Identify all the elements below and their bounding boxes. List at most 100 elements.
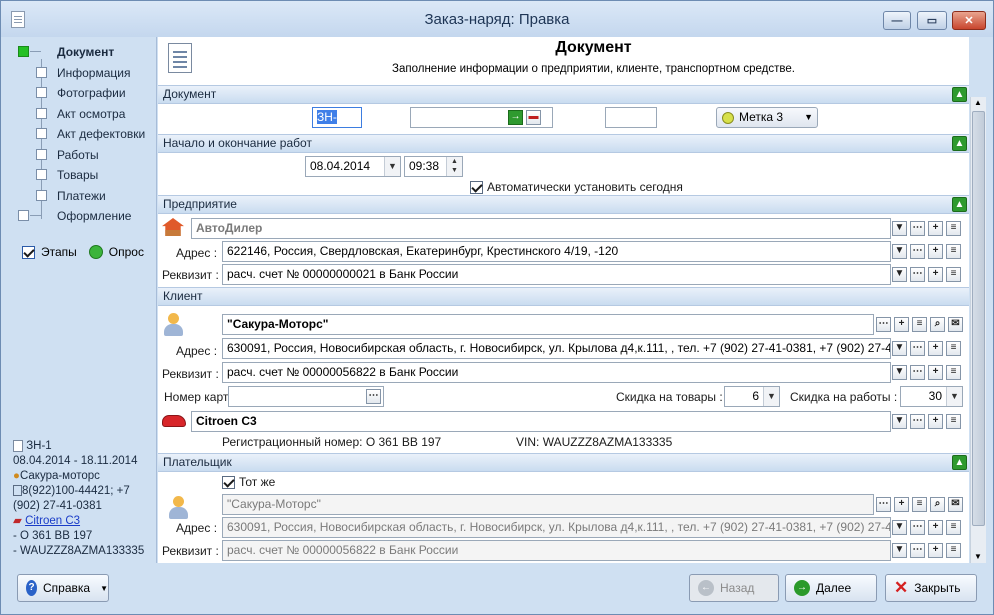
back-button[interactable]: ← Назад bbox=[689, 574, 779, 602]
edit-icon[interactable]: ≡ bbox=[946, 244, 961, 259]
scroll-up-icon[interactable]: ▲ bbox=[974, 98, 982, 107]
work-date-input[interactable]: 08.04.2014 ▼ bbox=[305, 156, 401, 177]
edit-icon[interactable]: ≡ bbox=[912, 317, 927, 332]
summary-plate: - О 361 ВВ 197 bbox=[13, 530, 93, 542]
next-button[interactable]: → Далее bbox=[785, 574, 877, 602]
doc-prefix-input[interactable]: ЗН- bbox=[312, 107, 362, 128]
more-icon[interactable]: ⋯ bbox=[876, 497, 891, 512]
payer-same-option[interactable]: Тот же bbox=[222, 475, 275, 489]
edit-icon[interactable]: ≡ bbox=[946, 543, 961, 558]
add-icon[interactable]: + bbox=[928, 341, 943, 356]
payer-requisite-label: Реквизит : bbox=[162, 544, 219, 558]
vehicle-vin-info: VIN: WAUZZZ8AZMA133335 bbox=[516, 435, 673, 449]
work-time-input[interactable]: 09:38 ▲ ▼ bbox=[404, 156, 463, 177]
auto-today-checkbox[interactable] bbox=[470, 180, 483, 194]
stages-checkbox[interactable] bbox=[22, 245, 35, 259]
vehicle-name-input[interactable]: Citroen C3 bbox=[191, 411, 891, 432]
add-icon[interactable]: + bbox=[894, 317, 909, 332]
mark-dropdown[interactable]: Метка 3 ▼ bbox=[716, 107, 818, 128]
add-icon[interactable]: + bbox=[894, 497, 909, 512]
edit-icon[interactable]: ≡ bbox=[946, 520, 961, 535]
stages-toggle[interactable]: Этапы Опрос bbox=[22, 244, 144, 260]
more-icon[interactable]: ⋯ bbox=[876, 317, 891, 332]
doc-extra-input[interactable] bbox=[605, 107, 657, 128]
number-apply-icon[interactable]: → bbox=[508, 110, 523, 125]
form-content: Документ Заполнение информации о предпри… bbox=[158, 37, 969, 563]
collapse-arrow-icon[interactable]: ▲ bbox=[952, 455, 967, 470]
mail-icon[interactable]: ✉ bbox=[948, 317, 963, 332]
more-icon[interactable]: ⋯ bbox=[910, 520, 925, 535]
dropdown-icon[interactable]: ▼ bbox=[892, 365, 907, 380]
add-icon[interactable]: + bbox=[928, 267, 943, 282]
number-clear-icon[interactable]: ▬ bbox=[526, 110, 541, 125]
title-bar: Заказ-наряд: Правка — ▭ ✕ bbox=[1, 1, 993, 37]
phone-icon bbox=[13, 485, 22, 497]
more-icon[interactable]: ⋯ bbox=[910, 543, 925, 558]
more-icon[interactable]: ⋯ bbox=[910, 267, 925, 282]
enterprise-house-icon bbox=[162, 218, 184, 236]
add-icon[interactable]: + bbox=[928, 244, 943, 259]
search-icon[interactable]: ⌕ bbox=[930, 497, 945, 512]
close-button[interactable]: ✕ Закрыть bbox=[885, 574, 977, 602]
more-icon[interactable]: ⋯ bbox=[910, 341, 925, 356]
search-icon[interactable]: ⌕ bbox=[930, 317, 945, 332]
enterprise-name-input[interactable]: АвтоДилер bbox=[191, 218, 891, 239]
dropdown-icon[interactable]: ▼ bbox=[892, 341, 907, 356]
section-work-period: Начало и окончание работ ▲ bbox=[158, 134, 969, 153]
add-icon[interactable]: + bbox=[928, 543, 943, 558]
car-link[interactable]: Citroen C3 bbox=[25, 515, 80, 527]
client-requisite-input[interactable]: расч. счет № 00000056822 в Банк России bbox=[222, 362, 891, 383]
minimize-button[interactable]: — bbox=[883, 11, 911, 30]
auto-today-option[interactable]: Автоматически установить сегодня bbox=[470, 180, 683, 194]
doc-small-icon bbox=[13, 439, 23, 452]
payer-same-checkbox[interactable] bbox=[222, 475, 235, 489]
poll-link[interactable]: Опрос bbox=[109, 245, 144, 259]
maximize-button[interactable]: ▭ bbox=[917, 11, 947, 30]
mail-icon[interactable]: ✉ bbox=[948, 497, 963, 512]
collapse-arrow-icon[interactable]: ▲ bbox=[952, 197, 967, 212]
dropdown-icon[interactable]: ▼ bbox=[892, 221, 907, 236]
help-button[interactable]: ? Справка ▼ bbox=[17, 574, 109, 602]
poll-icon bbox=[88, 245, 103, 259]
edit-icon[interactable]: ≡ bbox=[946, 414, 961, 429]
dropdown-icon[interactable]: ▼ bbox=[892, 520, 907, 535]
add-icon[interactable]: + bbox=[928, 221, 943, 236]
scrollbar-thumb[interactable] bbox=[972, 111, 985, 526]
active-step-marker bbox=[18, 46, 29, 57]
card-number-input[interactable] bbox=[228, 386, 384, 407]
more-icon[interactable]: ⋯ bbox=[910, 221, 925, 236]
dropdown-icon[interactable]: ▼ bbox=[892, 244, 907, 259]
collapse-arrow-icon[interactable]: ▲ bbox=[952, 136, 967, 151]
edit-icon[interactable]: ≡ bbox=[946, 365, 961, 380]
close-window-button[interactable]: ✕ bbox=[952, 11, 986, 30]
vehicle-car-icon bbox=[162, 415, 186, 427]
dropdown-icon[interactable]: ▼ bbox=[892, 543, 907, 558]
vertical-scrollbar[interactable]: ▲ ▼ bbox=[970, 97, 986, 563]
dropdown-icon[interactable]: ▼ bbox=[892, 414, 907, 429]
works-discount-input[interactable]: 30 ▼ bbox=[900, 386, 963, 407]
edit-icon[interactable]: ≡ bbox=[946, 267, 961, 282]
enterprise-address-input[interactable]: 622146, Россия, Свердловская, Екатеринбу… bbox=[222, 241, 891, 262]
edit-icon[interactable]: ≡ bbox=[946, 341, 961, 356]
collapse-arrow-icon[interactable]: ▲ bbox=[952, 87, 967, 102]
add-icon[interactable]: + bbox=[928, 520, 943, 535]
summary-vin: - WAUZZZ8AZMA133335 bbox=[13, 545, 145, 557]
card-browse-icon[interactable]: ⋯ bbox=[366, 389, 381, 404]
payer-requisite-input: расч. счет № 00000056822 в Банк России bbox=[222, 540, 891, 561]
scroll-down-icon[interactable]: ▼ bbox=[974, 552, 982, 561]
client-address-input[interactable]: 630091, Россия, Новосибирская область, г… bbox=[222, 338, 891, 359]
client-name-input[interactable]: "Сакура-Моторс" bbox=[222, 314, 874, 335]
mark-color-icon bbox=[722, 112, 734, 124]
edit-icon[interactable]: ≡ bbox=[946, 221, 961, 236]
person-icon: ● bbox=[13, 470, 20, 482]
more-icon[interactable]: ⋯ bbox=[910, 365, 925, 380]
enterprise-requisite-input[interactable]: расч. счет № 00000000021 в Банк России bbox=[222, 264, 891, 285]
more-icon[interactable]: ⋯ bbox=[910, 244, 925, 259]
goods-discount-input[interactable]: 6 ▼ bbox=[724, 386, 780, 407]
more-icon[interactable]: ⋯ bbox=[910, 414, 925, 429]
add-icon[interactable]: + bbox=[928, 414, 943, 429]
add-icon[interactable]: + bbox=[928, 365, 943, 380]
dropdown-icon[interactable]: ▼ bbox=[892, 267, 907, 282]
edit-icon[interactable]: ≡ bbox=[912, 497, 927, 512]
car-icon: ▰ bbox=[13, 515, 22, 527]
